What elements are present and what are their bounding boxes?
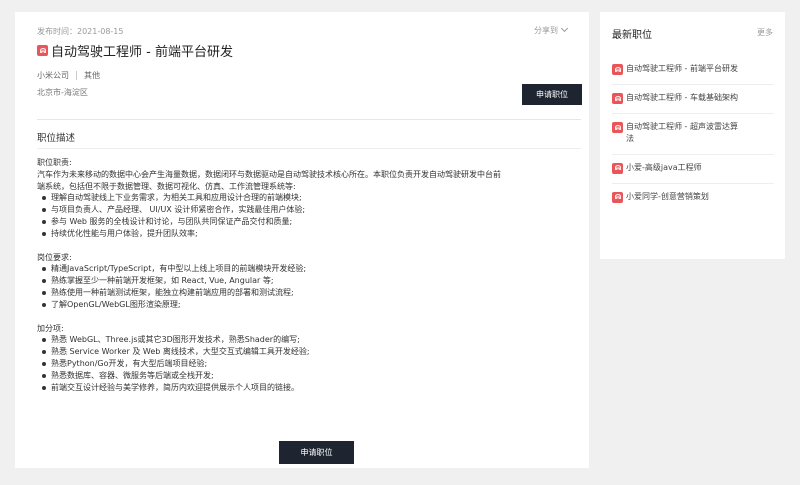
share-label: 分享到 (534, 26, 558, 35)
publish-date: 发布时间：2021-08-15 (37, 27, 124, 36)
list-item: 前端交互设计经验与美学修养，简历内欢迎提供展示个人项目的链接。 (37, 382, 585, 394)
job-badge-icon (612, 191, 623, 203)
share-button[interactable]: 分享到 (534, 24, 569, 36)
job-title: 自动驾驶工程师 - 前端平台研发 (37, 41, 233, 60)
list-item: 精通JavaScript/TypeScript，有中型以上线上项目的前端模块开发… (37, 263, 585, 275)
job-badge-icon (612, 122, 623, 133)
duties-intro: 端系统，包括但不限于数据管理、数据可视化、仿真、工作流管理系统等: (37, 181, 296, 191)
apply-button-top[interactable]: 申请职位 (522, 84, 582, 105)
list-item: 熟悉 WebGL、Three.js或其它3D图形开发技术，熟悉Shader的编写… (37, 334, 585, 346)
company-name[interactable]: 小米公司 (37, 70, 69, 81)
sidebar-title: 最新职位 (612, 30, 652, 41)
bonus-list: 熟悉 WebGL、Three.js或其它3D图形开发技术，熟悉Shader的编写… (37, 334, 585, 393)
duties-list: 理解自动驾驶线上下业务需求，为相关工具和应用设计合理的前端模块; 与项目负责人、… (37, 192, 585, 239)
list-item: 持续优化性能与用户体验，提升团队效率; (37, 228, 585, 240)
sidebar-item[interactable]: 小爱-高级java工程师 (612, 153, 774, 183)
requirements-list: 精通JavaScript/TypeScript，有中型以上线上项目的前端模块开发… (37, 263, 585, 310)
job-detail-panel: 发布时间：2021-08-15 分享到 自动驾驶工程师 - 前端平台研发 小米公… (15, 12, 589, 468)
more-link[interactable]: 更多 (757, 27, 773, 38)
sidebar-item[interactable]: 自动驾驶工程师 - 超声波雷达算法 (612, 113, 774, 154)
job-badge-icon (37, 45, 48, 56)
sidebar-item-label: 自动驾驶工程师 - 前端平台研发 (626, 64, 738, 73)
list-item: 理解自动驾驶线上下业务需求，为相关工具和应用设计合理的前端模块; (37, 192, 585, 204)
divider (37, 148, 581, 149)
duties-intro: 汽车作为未来移动的数据中心会产生海量数据，数据闭环与数据驱动是自动驾驶技术核心所… (37, 169, 501, 179)
list-item: 了解OpenGL/WebGL图形渲染原理; (37, 299, 585, 311)
sidebar-item[interactable]: 自动驾驶工程师 - 前端平台研发 (612, 56, 774, 84)
list-item: 熟练掌握至少一种前端开发框架，如 React, Vue, Angular 等; (37, 275, 585, 287)
sidebar-item[interactable]: 自动驾驶工程师 - 车载基础架构 (612, 84, 774, 113)
sidebar-item-label: 小爱-高级java工程师 (626, 162, 702, 172)
sidebar-item-label: 自动驾驶工程师 - 超声波雷达算法 (626, 122, 738, 143)
apply-button-bottom[interactable]: 申请职位 (279, 441, 354, 464)
job-badge-icon (612, 64, 623, 75)
list-item: 熟悉数据库、容器、微服务等后端或全栈开发; (37, 370, 585, 382)
job-category: 其他 (84, 71, 100, 80)
list-item: 熟悉Python/Go开发，有大型后端项目经验; (37, 358, 585, 370)
list-item: 与项目负责人、产品经理、 UI/UX 设计师紧密合作，实践最佳用户体验; (37, 204, 585, 216)
duties-title: 职位职责: (37, 158, 72, 167)
job-title-text: 自动驾驶工程师 - 前端平台研发 (51, 45, 233, 60)
job-badge-icon (612, 162, 623, 174)
sidebar-item-label: 自动驾驶工程师 - 车载基础架构 (626, 93, 738, 102)
separator (76, 71, 77, 80)
chevron-down-icon (560, 24, 569, 33)
divider (37, 119, 581, 120)
company-row: 小米公司 其他 (37, 70, 100, 81)
sidebar-item-label: 小爱同学-创意营销策划 (626, 191, 709, 201)
list-item: 熟练使用一种前端测试框架，能独立构建前端应用的部署和测试流程; (37, 287, 585, 299)
latest-jobs-panel: 最新职位 更多 自动驾驶工程师 - 前端平台研发 自动驾驶工程师 - 车载基础架… (600, 12, 785, 259)
list-item: 熟悉 Service Worker 及 Web 离线技术，大型交互式编辑工具开发… (37, 346, 585, 358)
list-item: 参与 Web 服务的全栈设计和讨论，与团队共同保证产品交付和质量; (37, 216, 585, 228)
bonus-title: 加分项: (37, 323, 64, 333)
job-location: 北京市-海淀区 (37, 88, 88, 97)
requirements-title: 岗位要求: (37, 252, 72, 262)
sidebar-item[interactable]: 小爱同学-创意营销策划 (612, 182, 774, 212)
section-title: 职位描述 (37, 133, 76, 144)
job-badge-icon (612, 93, 623, 104)
job-description: 职位职责: 汽车作为未来移动的数据中心会产生海量数据，数据闭环与数据驱动是自动驾… (37, 157, 585, 393)
latest-jobs-list: 自动驾驶工程师 - 前端平台研发 自动驾驶工程师 - 车载基础架构 自动驾驶工程… (612, 56, 774, 212)
